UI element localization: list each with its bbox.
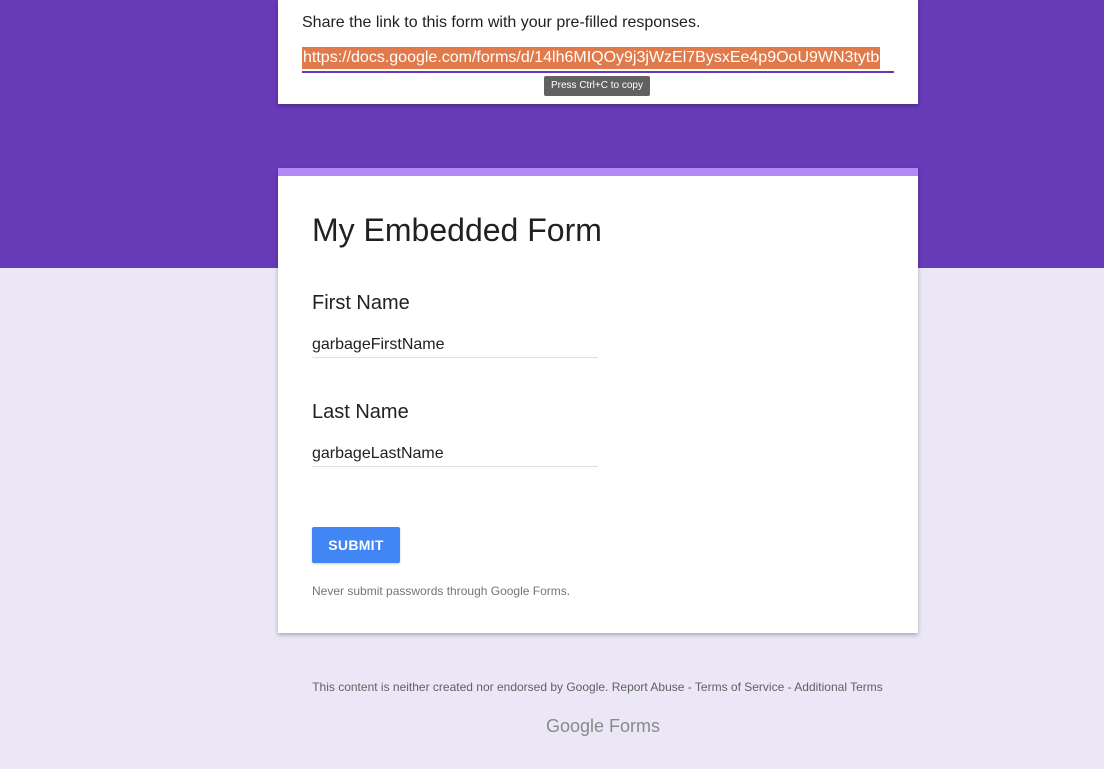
terms-of-service-link[interactable]: Terms of Service	[695, 680, 784, 694]
password-warning: Never submit passwords through Google Fo…	[312, 584, 571, 598]
last-name-input[interactable]	[312, 442, 598, 467]
footer-disclaimer-line: This content is neither created nor endo…	[0, 680, 1104, 694]
first-name-label: First Name	[312, 292, 410, 314]
first-name-input[interactable]	[312, 333, 598, 358]
form-card: My Embedded Form First Name Last Name SU…	[278, 168, 918, 633]
footer-separator: -	[684, 680, 695, 694]
footer-disclaimer: This content is neither created nor endo…	[312, 680, 609, 694]
google-forms-logo[interactable]: Google Forms	[546, 716, 660, 737]
form-title: My Embedded Form	[312, 212, 602, 248]
form-accent-bar	[278, 168, 918, 176]
additional-terms-link[interactable]: Additional Terms	[794, 680, 883, 694]
share-instruction: Share the link to this form with your pr…	[302, 14, 701, 31]
last-name-label: Last Name	[312, 401, 409, 423]
prefilled-link-field[interactable]: https://docs.google.com/forms/d/14lh6MIQ…	[302, 47, 894, 73]
footer-separator: -	[784, 680, 795, 694]
report-abuse-link[interactable]: Report Abuse	[612, 680, 685, 694]
share-link-card: Share the link to this form with your pr…	[278, 0, 918, 104]
prefilled-link-text[interactable]: https://docs.google.com/forms/d/14lh6MIQ…	[302, 47, 881, 69]
submit-button[interactable]: SUBMIT	[312, 527, 400, 563]
copy-tooltip: Press Ctrl+C to copy	[544, 76, 650, 96]
